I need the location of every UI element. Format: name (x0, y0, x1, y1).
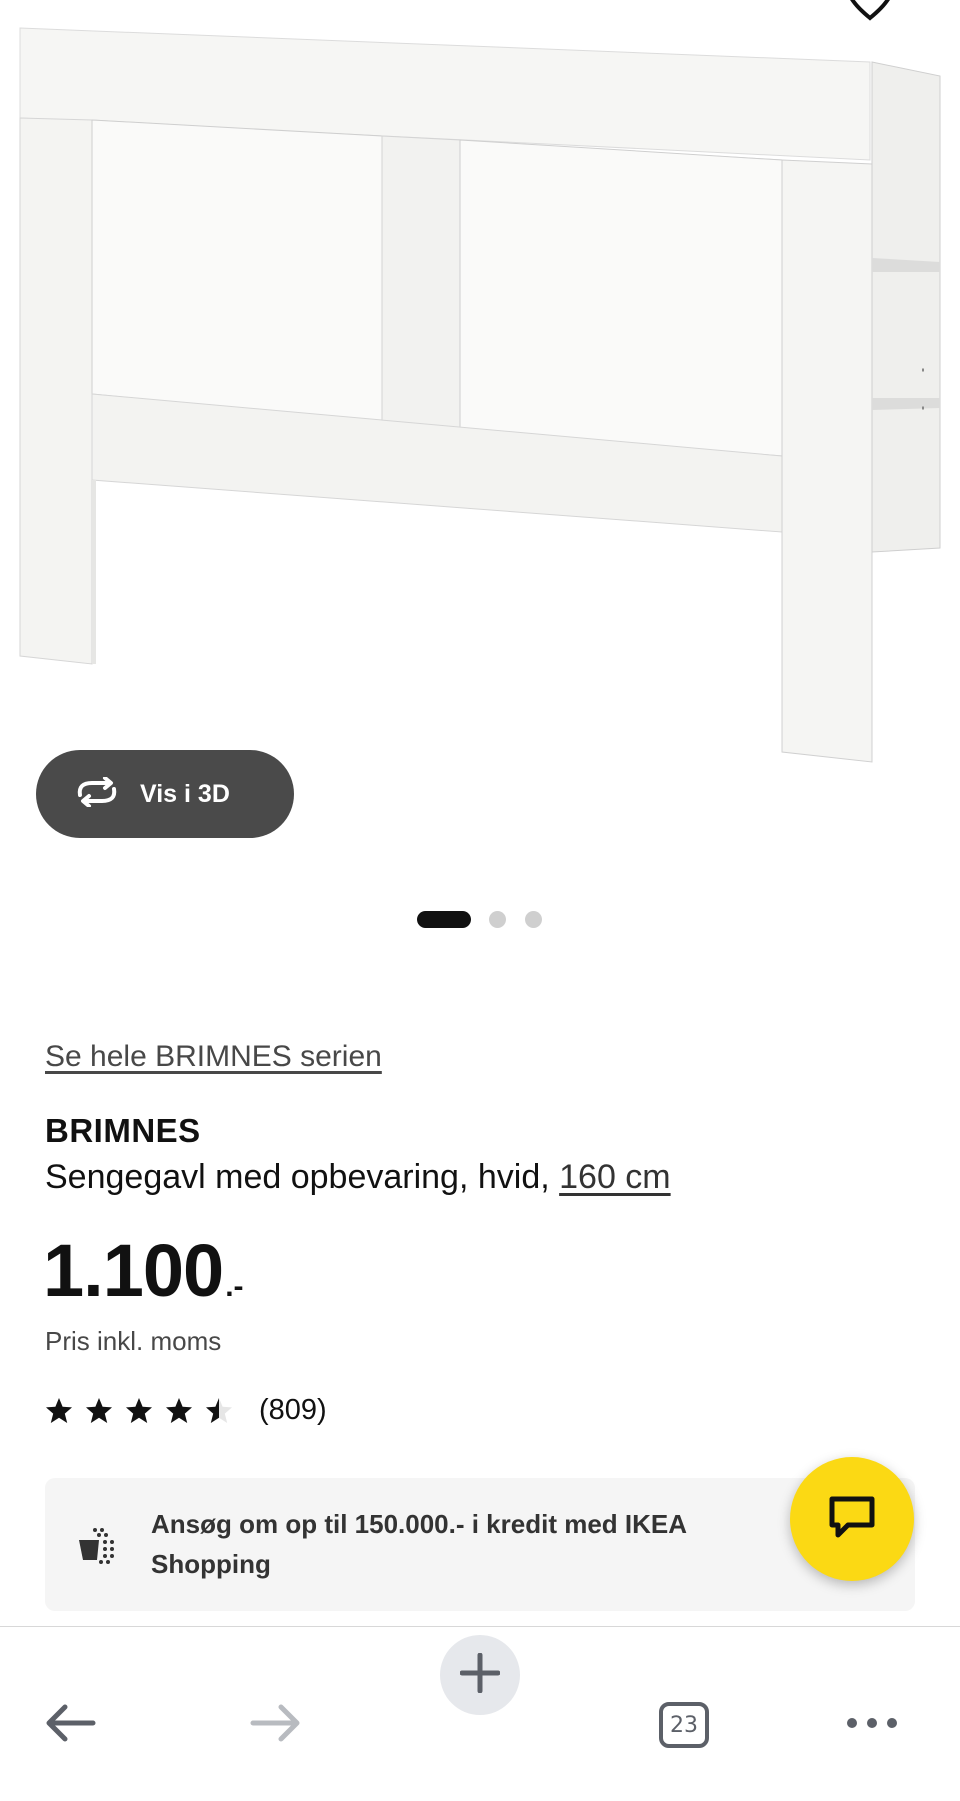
rating[interactable]: (809) (45, 1394, 327, 1427)
product-description: Sengegavl med opbevaring, hvid, 160 cm (45, 1158, 671, 1197)
more-icon (846, 1716, 898, 1734)
star-icon (126, 1397, 152, 1423)
star-icon (206, 1397, 232, 1423)
star-icon (46, 1397, 72, 1423)
size-link[interactable]: 160 cm (559, 1158, 671, 1196)
price: 1.100 .- (43, 1228, 244, 1313)
back-button[interactable] (30, 1675, 110, 1775)
carousel-dot-1[interactable] (417, 911, 471, 928)
price-main: 1.100 (43, 1229, 224, 1312)
carousel-dot-2[interactable] (489, 911, 506, 928)
credit-icon (75, 1524, 119, 1568)
star-icon (166, 1397, 192, 1423)
new-tab-button[interactable] (440, 1635, 520, 1715)
tabs-icon: 23 (659, 1702, 709, 1748)
price-note: Pris inkl. moms (45, 1326, 222, 1356)
product-description-text: Sengegavl med opbevaring, hvid, (45, 1158, 560, 1196)
chat-icon (828, 1495, 876, 1544)
view-3d-button[interactable]: Vis i 3D (36, 750, 294, 838)
chat-button[interactable] (790, 1457, 914, 1581)
back-arrow-icon (43, 1703, 97, 1748)
carousel-dot-3[interactable] (525, 911, 542, 928)
credit-banner[interactable]: Ansøg om op til 150.000.- i kredit med I… (45, 1478, 915, 1611)
star-icon (86, 1397, 112, 1423)
tabs-button[interactable]: 23 (644, 1675, 724, 1775)
rating-stars (45, 1397, 245, 1425)
series-link[interactable]: Se hele BRIMNES serien (45, 1040, 382, 1074)
headboard-illustration (19, 27, 941, 763)
credit-banner-text: Ansøg om op til 150.000.- i kredit med I… (151, 1509, 687, 1579)
plus-icon (459, 1652, 501, 1698)
forward-button[interactable] (236, 1675, 316, 1775)
more-button[interactable] (832, 1675, 912, 1775)
price-suffix: .- (225, 1270, 244, 1303)
review-count[interactable]: (809) (259, 1394, 327, 1427)
view-3d-label: Vis i 3D (140, 779, 230, 808)
rotate-3d-icon (74, 775, 120, 812)
forward-arrow-icon (249, 1703, 303, 1748)
product-name: BRIMNES (45, 1112, 201, 1149)
heart-icon[interactable] (840, 0, 900, 28)
browser-toolbar: 23 (0, 1626, 960, 1801)
product-image[interactable] (0, 0, 960, 880)
